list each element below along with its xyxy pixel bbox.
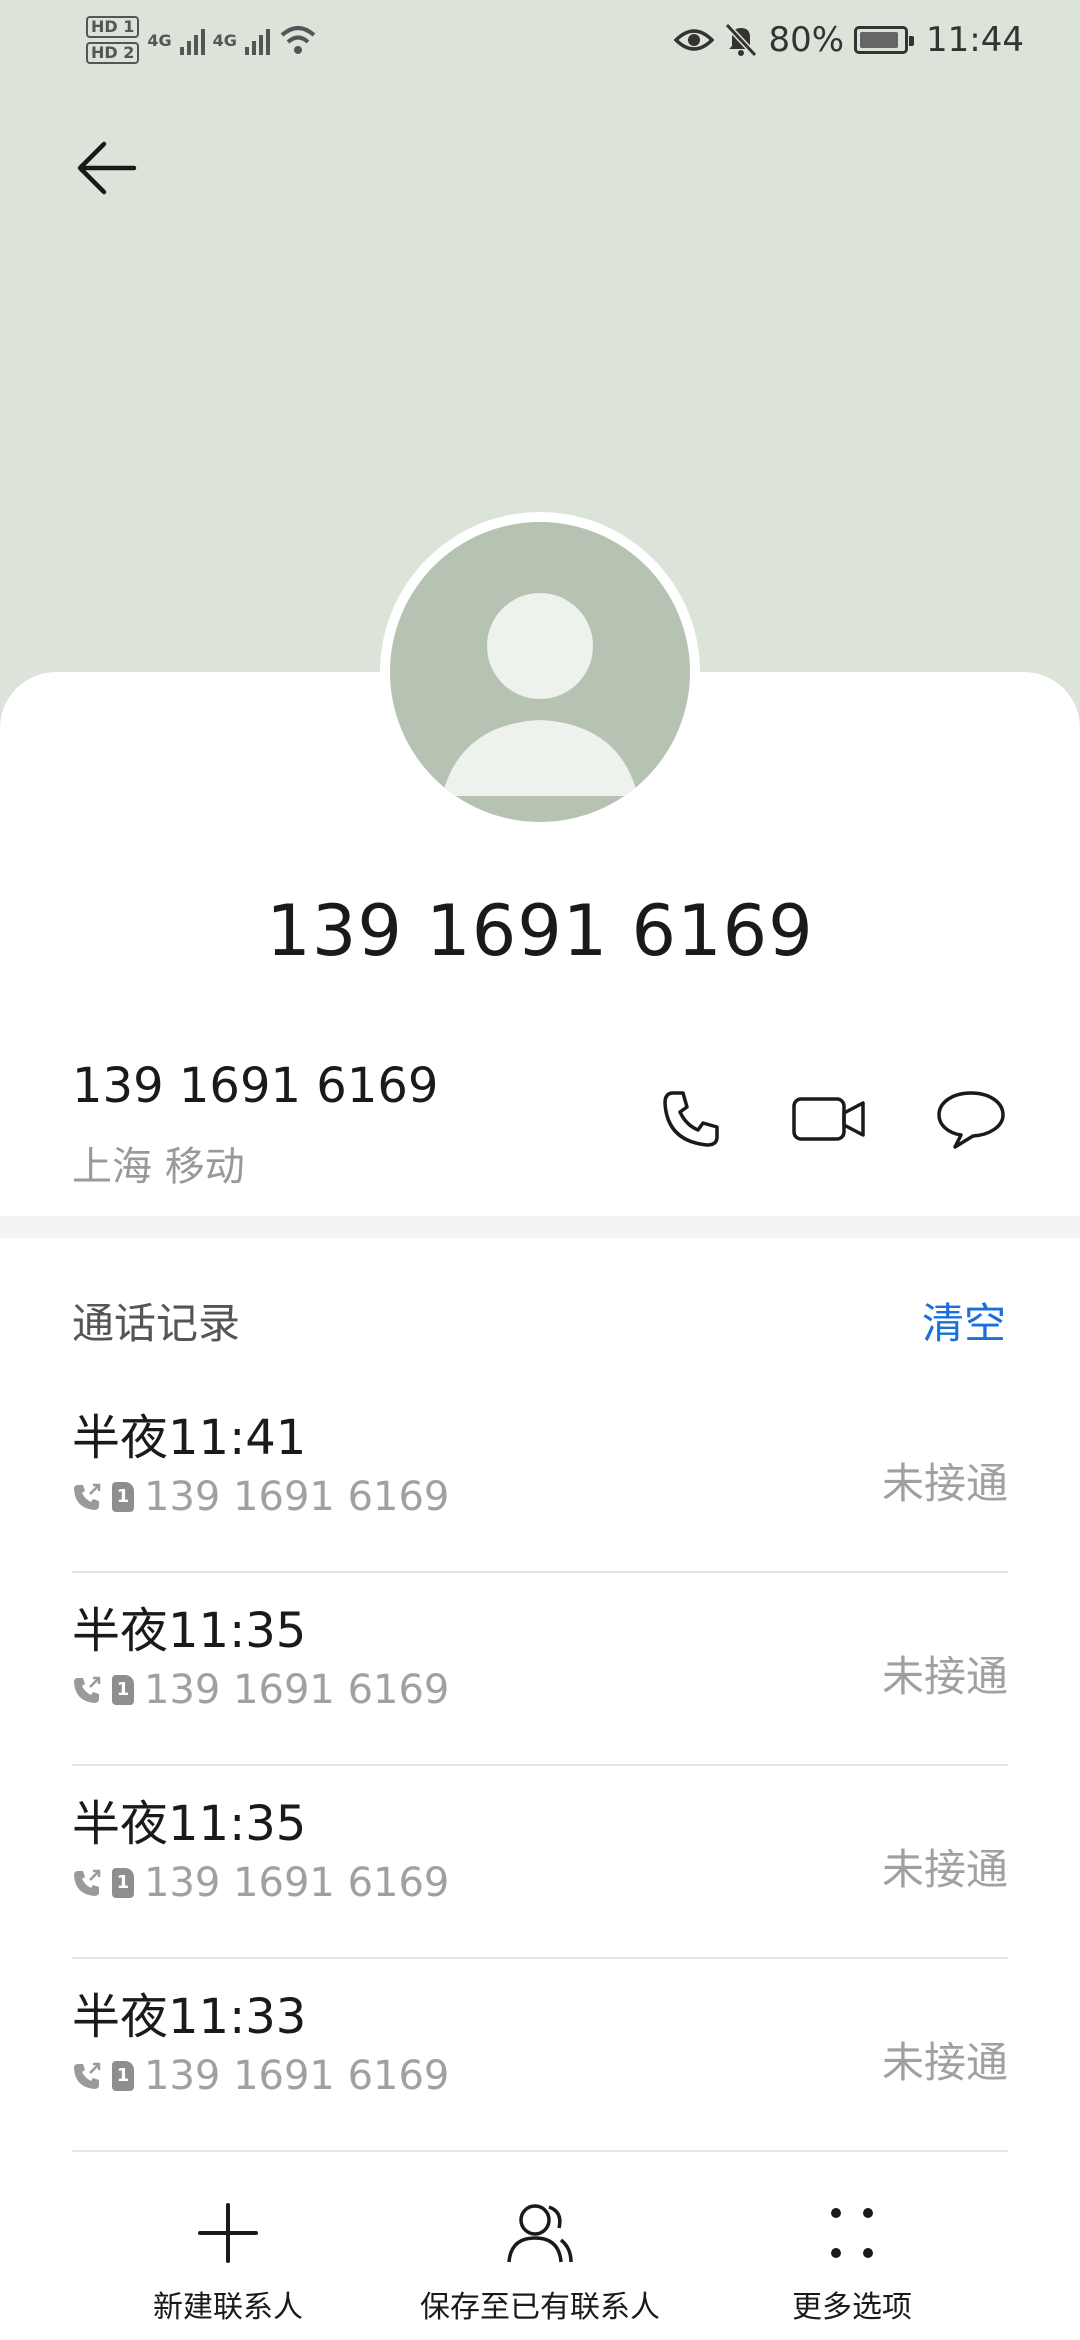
hd-indicators: HD 1 HD 2 [86,16,140,64]
status-bar: HD 1 HD 2 4G 4G 80% 11:44 [0,0,1080,80]
call-time: 半夜11:33 [72,1989,307,2045]
call-log-item[interactable]: 半夜11:33 1 139 1691 6169 未接通 [72,1959,1008,2152]
call-time: 半夜11:35 [72,1603,307,1659]
avatar-placeholder [390,522,690,822]
signal-2-icon [244,25,270,55]
outgoing-call-icon [74,1676,101,1703]
save-to-existing-button[interactable]: 保存至已有联系人 [390,2198,690,2326]
call-status: 未接通 [881,1652,1008,1701]
sim-1-icon: 1 [112,2061,134,2091]
call-status: 未接通 [881,2038,1008,2087]
call-number: 139 1691 6169 [144,1860,450,1906]
status-right: 80% 11:44 [674,12,1024,68]
back-arrow-icon [77,141,137,195]
call-details: 1 139 1691 6169 [72,1667,449,1713]
contact-title-number: 139 1691 6169 [266,890,814,972]
phone-number: 139 1691 6169 [72,1058,439,1114]
phone-icon [663,1091,719,1147]
more-options-button[interactable]: 更多选项 [702,2198,1002,2326]
call-number: 139 1691 6169 [144,2053,450,2099]
call-log-item[interactable]: 半夜11:35 1 139 1691 6169 未接通 [72,1573,1008,1766]
call-details: 1 139 1691 6169 [72,1860,449,1906]
hd1-badge: HD 1 [86,16,140,38]
sim-1-icon: 1 [112,1868,134,1898]
outgoing-call-icon [74,1869,101,1896]
call-number: 139 1691 6169 [144,1667,450,1713]
call-status: 未接通 [881,1459,1008,1508]
call-time: 半夜11:41 [72,1410,307,1466]
avatar[interactable] [380,512,700,832]
hd2-badge: HD 2 [86,42,140,64]
more-dots-icon [817,2198,887,2268]
more-options-label: 更多选项 [792,2290,912,2325]
number-location: 上海 移动 [72,1144,245,1190]
video-icon [792,1097,865,1141]
sim-1-icon: 1 [112,1675,134,1705]
network-type-2: 4G [212,30,237,50]
call-time: 半夜11:35 [72,1796,307,1852]
call-details: 1 139 1691 6169 [72,1474,449,1520]
eye-icon [674,29,715,51]
save-to-existing-label: 保存至已有联系人 [420,2290,660,2325]
network-type-1: 4G [147,30,172,50]
back-button[interactable] [66,128,146,208]
call-details: 1 139 1691 6169 [72,2053,449,2099]
wifi-icon [280,26,316,54]
contact-icon [505,2198,575,2268]
clear-button[interactable]: 清空 [922,1290,1006,1351]
message-button[interactable] [928,1076,1014,1162]
video-call-button[interactable] [786,1076,872,1162]
call-status: 未接通 [881,1845,1008,1894]
number-row[interactable]: 139 1691 6169 上海 移动 [72,1050,1008,1200]
new-contact-label: 新建联系人 [153,2290,303,2325]
clock: 11:44 [926,20,1024,60]
new-contact-button[interactable]: 新建联系人 [78,2198,378,2326]
call-log-item[interactable]: 半夜11:41 1 139 1691 6169 未接通 [72,1380,1008,1573]
plus-icon [193,2198,263,2268]
call-log-item[interactable]: 半夜11:35 1 139 1691 6169 未接通 [72,1766,1008,1959]
signal-1-icon [179,25,205,55]
bottom-toolbar: 新建联系人 保存至已有联系人 更多选项 [0,2180,1080,2340]
battery-percent: 80% [768,20,845,60]
message-icon [937,1091,1005,1149]
call-number: 139 1691 6169 [144,1474,450,1520]
outgoing-call-icon [74,1483,101,1510]
mute-bell-icon [725,22,758,58]
sim-1-icon: 1 [112,1482,134,1512]
person-icon [442,593,638,796]
call-log-title: 通话记录 [72,1299,241,1348]
call-log-list: 半夜11:41 1 139 1691 6169 未接通 半夜11:35 1 13… [72,1380,1008,2152]
section-divider [0,1216,1080,1238]
status-left: HD 1 HD 2 4G 4G [86,12,318,68]
outgoing-call-icon [74,2062,101,2089]
call-button[interactable] [648,1076,734,1162]
battery-icon [854,26,915,54]
